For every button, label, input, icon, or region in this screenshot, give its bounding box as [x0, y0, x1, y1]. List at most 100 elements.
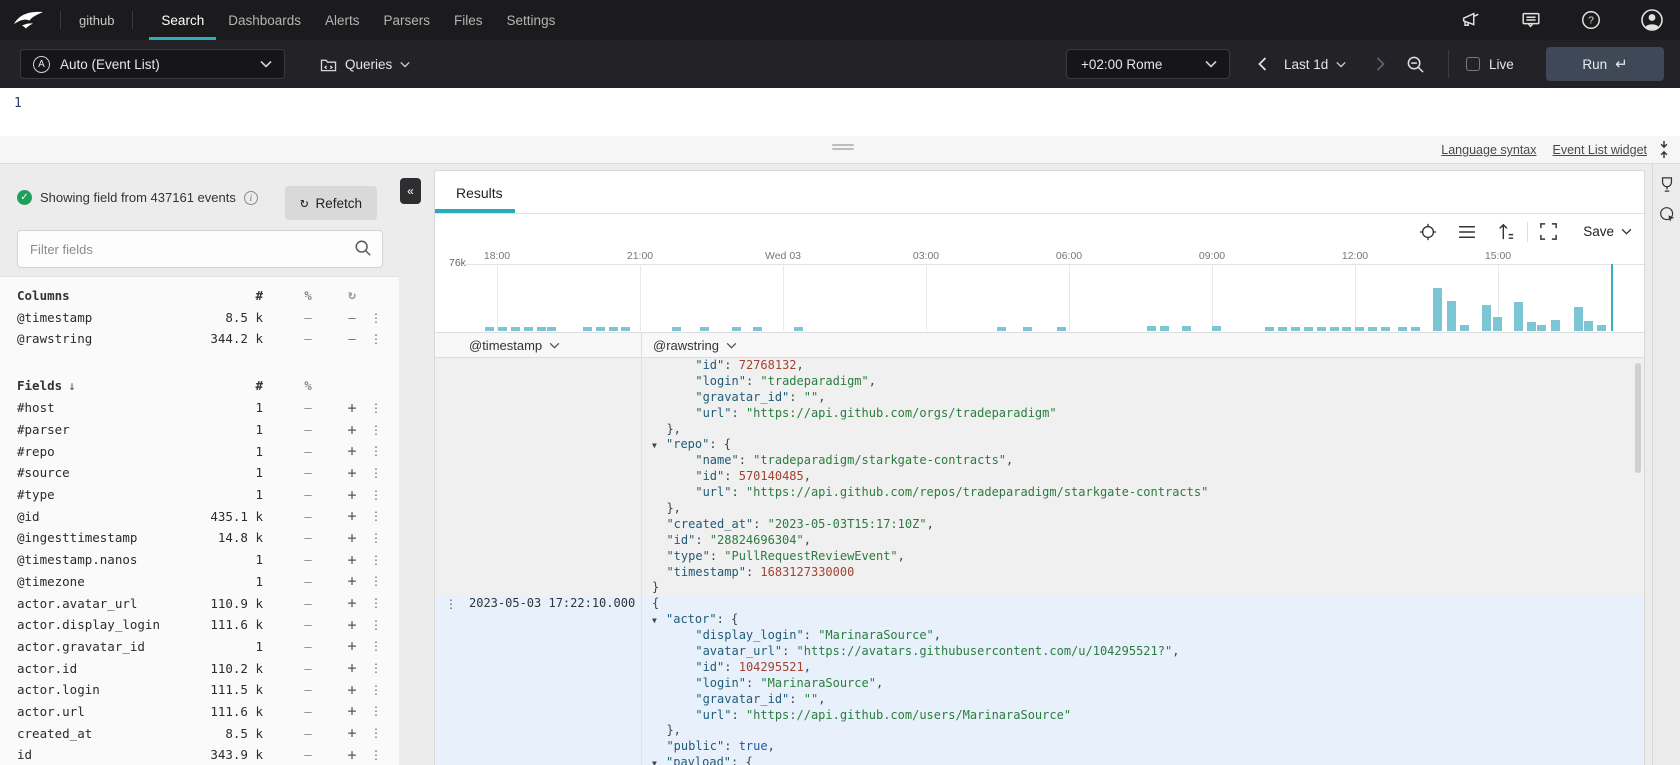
add-field-button[interactable]: + [335, 399, 369, 417]
add-field-button[interactable]: + [335, 486, 369, 504]
json-collapse-toggle-icon[interactable]: ▼ [652, 438, 666, 454]
field-name[interactable]: #repo [17, 444, 193, 459]
sort-descending-icon[interactable]: ↓ [68, 378, 76, 393]
field-name[interactable]: @timezone [17, 574, 193, 589]
add-field-button[interactable]: + [335, 421, 369, 439]
tab-settings[interactable]: Settings [495, 0, 568, 40]
tab-results[interactable]: Results [456, 171, 503, 214]
field-name[interactable]: #host [17, 400, 193, 415]
add-field-button[interactable]: + [335, 616, 369, 634]
event-row[interactable]: ⋮2023-05-03 17:22:10.000{▼"actor": { "di… [435, 596, 1644, 765]
json-collapse-toggle-icon[interactable]: ▼ [652, 613, 666, 629]
tab-dashboards[interactable]: Dashboards [216, 0, 313, 40]
column-header-rawstring[interactable]: @rawstring [641, 332, 1644, 358]
queries-menu-button[interactable]: Queries [320, 49, 410, 79]
view-selector-dropdown[interactable]: A Auto (Event List) [20, 49, 285, 79]
field-menu-icon[interactable]: ⋮ [369, 574, 383, 588]
field-name[interactable]: created_at [17, 726, 193, 741]
field-menu-icon[interactable]: ⋮ [369, 748, 383, 762]
field-menu-icon[interactable]: ⋮ [369, 726, 383, 740]
help-icon[interactable]: ? [1580, 9, 1602, 31]
query-editor[interactable]: 1 [0, 88, 1680, 136]
run-button[interactable]: Run ↵ [1546, 47, 1664, 81]
json-collapse-toggle-icon[interactable]: ▼ [652, 756, 666, 765]
timezone-dropdown[interactable]: +02:00 Rome [1066, 49, 1230, 79]
live-checkbox[interactable] [1466, 57, 1480, 71]
tab-files[interactable]: Files [442, 0, 495, 40]
row-density-icon[interactable] [1458, 225, 1476, 239]
sort-ascending-icon[interactable] [1497, 223, 1515, 240]
field-name[interactable]: @timestamp [17, 310, 193, 325]
field-menu-icon[interactable]: ⋮ [369, 531, 383, 545]
crosshair-icon[interactable] [1419, 223, 1437, 241]
live-toggle[interactable]: Live [1466, 49, 1514, 79]
add-field-button[interactable]: + [335, 746, 369, 764]
account-avatar-icon[interactable] [1640, 8, 1664, 32]
event-row[interactable]: "id": 72768132, "login": "tradeparadigm"… [435, 358, 1644, 596]
field-menu-icon[interactable]: ⋮ [369, 661, 383, 675]
pointer-circle-icon[interactable] [1659, 206, 1676, 228]
save-button[interactable]: Save [1583, 224, 1632, 239]
field-menu-icon[interactable]: ⋮ [369, 639, 383, 653]
add-field-button[interactable]: + [335, 507, 369, 525]
field-menu-icon[interactable]: ⋮ [369, 596, 383, 610]
tab-parsers[interactable]: Parsers [372, 0, 443, 40]
field-name[interactable]: id [17, 747, 193, 762]
field-menu-icon[interactable]: ⋮ [369, 332, 383, 346]
filter-fields-input[interactable] [17, 230, 383, 268]
field-name[interactable]: actor.avatar_url [17, 596, 193, 611]
add-field-button[interactable]: + [335, 529, 369, 547]
add-field-button[interactable]: + [335, 572, 369, 590]
field-menu-icon[interactable]: ⋮ [369, 618, 383, 632]
column-header-timestamp[interactable]: @timestamp [469, 338, 641, 353]
field-menu-icon[interactable]: ⋮ [369, 704, 383, 718]
field-name[interactable]: @rawstring [17, 331, 193, 346]
bell-icon[interactable] [1659, 176, 1675, 198]
fullscreen-icon[interactable] [1540, 223, 1557, 240]
field-name[interactable]: #type [17, 487, 193, 502]
field-name[interactable]: #source [17, 465, 193, 480]
add-field-button[interactable]: + [335, 724, 369, 742]
field-name[interactable]: actor.display_login [17, 617, 193, 632]
field-name[interactable]: #parser [17, 422, 193, 437]
info-icon[interactable]: i [244, 191, 258, 205]
field-name[interactable]: @ingesttimestamp [17, 530, 193, 545]
collapse-vertical-icon[interactable] [1656, 140, 1672, 164]
field-menu-icon[interactable]: ⋮ [369, 401, 383, 415]
add-field-button[interactable]: + [335, 442, 369, 460]
field-menu-icon[interactable]: ⋮ [369, 466, 383, 480]
refetch-button[interactable]: ↻ Refetch [285, 186, 377, 220]
field-name[interactable]: @id [17, 509, 193, 524]
add-field-button[interactable]: + [335, 637, 369, 655]
field-name[interactable]: actor.gravatar_id [17, 639, 193, 654]
field-menu-icon[interactable]: ⋮ [369, 444, 383, 458]
add-field-button[interactable]: + [335, 464, 369, 482]
language-syntax-link[interactable]: Language syntax [1441, 143, 1536, 157]
editor-resize-handle[interactable] [832, 142, 854, 152]
field-menu-icon[interactable]: ⋮ [369, 311, 383, 325]
add-field-button[interactable]: + [335, 659, 369, 677]
vertical-scrollbar-thumb[interactable] [1635, 363, 1641, 473]
time-forward-button[interactable] [1368, 49, 1392, 79]
tab-alerts[interactable]: Alerts [313, 0, 372, 40]
field-name[interactable]: actor.login [17, 682, 193, 697]
field-name[interactable]: @timestamp.nanos [17, 552, 193, 567]
collapse-sidebar-button[interactable]: « [400, 178, 421, 204]
megaphone-icon[interactable] [1460, 9, 1482, 31]
field-menu-icon[interactable]: ⋮ [369, 509, 383, 523]
chat-icon[interactable] [1520, 9, 1542, 31]
field-menu-icon[interactable]: ⋮ [369, 423, 383, 437]
add-field-button[interactable]: + [335, 594, 369, 612]
row-menu-icon[interactable]: ⋮ [445, 597, 457, 613]
event-list-widget-link[interactable]: Event List widget [1553, 143, 1648, 157]
repository-name[interactable]: github [71, 13, 122, 28]
zoom-out-time-icon[interactable] [1402, 49, 1428, 79]
field-menu-icon[interactable]: ⋮ [369, 683, 383, 697]
add-field-button[interactable]: + [335, 702, 369, 720]
add-field-button[interactable]: + [335, 681, 369, 699]
field-menu-icon[interactable]: ⋮ [369, 553, 383, 567]
refresh-icon[interactable]: ↻ [335, 288, 369, 303]
time-back-button[interactable] [1250, 49, 1274, 79]
field-name[interactable]: actor.url [17, 704, 193, 719]
field-name[interactable]: actor.id [17, 661, 193, 676]
